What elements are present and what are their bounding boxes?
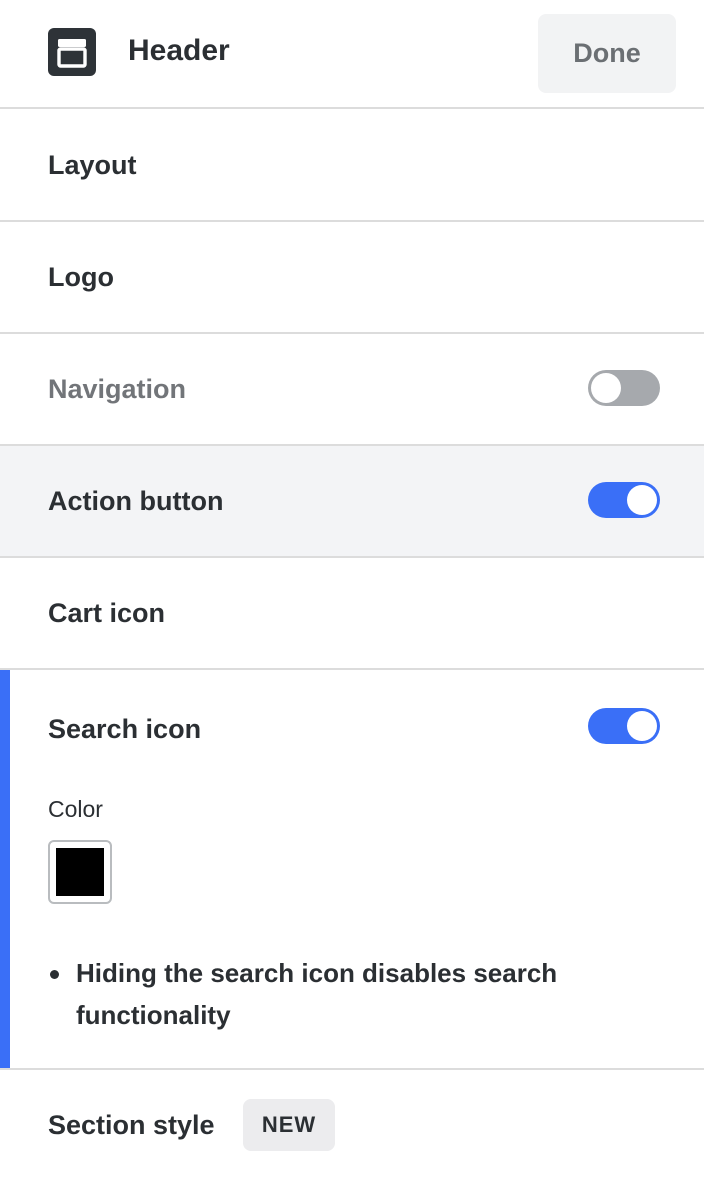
color-swatch-fill bbox=[56, 848, 104, 896]
done-button[interactable]: Done bbox=[538, 14, 676, 93]
row-navigation-label: Navigation bbox=[48, 373, 187, 404]
search-icon-toggle[interactable] bbox=[588, 708, 660, 744]
selected-accent-bar bbox=[0, 670, 10, 1068]
header-layout-icon bbox=[48, 28, 96, 76]
bullet-icon bbox=[50, 970, 59, 979]
new-badge: NEW bbox=[243, 1099, 335, 1151]
toggle-knob bbox=[591, 373, 621, 403]
panel-title: Header bbox=[128, 34, 230, 67]
toggle-knob bbox=[627, 711, 657, 741]
toggle-knob bbox=[627, 485, 657, 515]
panel-header: Header Done bbox=[0, 0, 704, 109]
row-action-button-label: Action button bbox=[48, 485, 224, 516]
action-button-toggle[interactable] bbox=[588, 482, 660, 518]
row-action-button[interactable]: Action button bbox=[0, 446, 704, 558]
color-swatch[interactable] bbox=[48, 840, 112, 904]
row-layout[interactable]: Layout bbox=[0, 110, 704, 222]
row-layout-label: Layout bbox=[48, 149, 137, 180]
navigation-toggle[interactable] bbox=[588, 370, 660, 406]
row-section-style-label: Section style bbox=[48, 1109, 215, 1140]
row-logo-label: Logo bbox=[48, 261, 114, 292]
row-section-style[interactable]: Section style NEW bbox=[0, 1070, 704, 1176]
row-search-icon-label[interactable]: Search icon bbox=[48, 672, 201, 787]
row-navigation[interactable]: Navigation bbox=[0, 334, 704, 446]
color-label: Color bbox=[48, 796, 103, 822]
search-note: Hiding the search icon disables search f… bbox=[76, 958, 558, 1030]
row-cart-icon-label: Cart icon bbox=[48, 597, 166, 628]
row-cart-icon[interactable]: Cart icon bbox=[0, 558, 704, 670]
row-logo[interactable]: Logo bbox=[0, 222, 704, 334]
row-search-icon-expanded: Search icon Color Hiding the search icon… bbox=[0, 670, 704, 1070]
